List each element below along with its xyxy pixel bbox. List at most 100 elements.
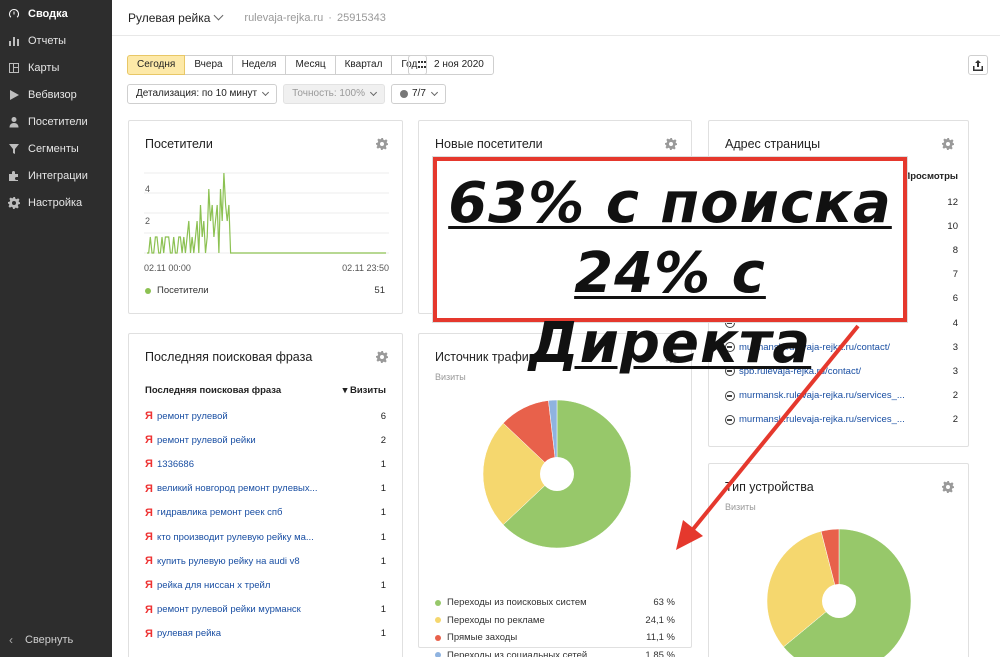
legend-value: 24,1 % <box>645 614 675 626</box>
period-yesterday-button[interactable]: Вчера <box>185 55 233 75</box>
visits-value: 6 <box>380 410 386 422</box>
visits-value: 1 <box>380 604 386 616</box>
phrase-link[interactable]: 1336686 <box>157 459 194 470</box>
segments-label: 7/7 <box>412 88 426 99</box>
sidebar-item-maps[interactable]: Карты <box>0 54 112 81</box>
page-url-link[interactable]: murmansk.rulevaja-rejka.ru/services_... <box>739 414 905 425</box>
yandex-icon: Я <box>145 458 153 471</box>
table-row[interactable]: Я 1336686 1 <box>145 456 386 472</box>
counter-name: Рулевая рейка <box>128 10 211 25</box>
gear-icon[interactable] <box>376 138 388 150</box>
page-url-link[interactable]: murmansk.rulevaja-rejka.ru/services_... <box>739 390 905 401</box>
accuracy-label: Точность: 100% <box>292 88 365 99</box>
sidebar-item-visitors[interactable]: Посетители <box>0 108 112 135</box>
table-row[interactable]: Я ремонт рулевой рейки 2 <box>145 432 386 448</box>
sidebar-item-reports[interactable]: Отчеты <box>0 27 112 54</box>
phrase-link[interactable]: рейка для ниссан х трейл <box>157 580 270 591</box>
legend-label: Переходы из социальных сетей <box>447 649 588 657</box>
donut-hole <box>822 584 856 618</box>
collapse-label: Свернуть <box>25 634 74 646</box>
period-quarter-button[interactable]: Квартал <box>335 55 393 75</box>
gear-icon[interactable] <box>942 138 954 150</box>
table-row[interactable]: Я рулевая рейка 1 <box>145 626 386 642</box>
legend-value: 63 % <box>653 597 675 608</box>
table-row[interactable]: Я ремонт рулевой 6 <box>145 408 386 424</box>
phrase-link[interactable]: рулевая рейка <box>157 628 221 639</box>
table-row[interactable]: murmansk.rulevaja-rejka.ru/services_... … <box>725 412 958 428</box>
legend-dot <box>145 287 151 294</box>
legend-dot <box>435 634 441 641</box>
gear-icon <box>7 196 20 209</box>
table-row[interactable]: murmansk.rulevaja-rejka.ru/services_... … <box>725 388 958 404</box>
annotation-box: 63% с поиска 24% с Директа <box>433 157 907 376</box>
table-row[interactable]: Я ремонт рулевой рейки мурманск 1 <box>145 602 386 618</box>
export-button[interactable] <box>968 55 988 75</box>
phrase-link[interactable]: кто производит рулевую рейку ма... <box>157 532 314 543</box>
period-month-button[interactable]: Месяц <box>286 55 336 75</box>
sidebar-item-settings[interactable]: Настройка <box>0 189 112 216</box>
views-value: 7 <box>952 269 958 281</box>
views-value: 10 <box>947 220 958 232</box>
views-value: 6 <box>952 293 958 305</box>
table-row[interactable]: Я рейка для ниссан х трейл 1 <box>145 577 386 593</box>
sidebar-item-label: Интеграции <box>28 169 88 182</box>
visits-value: 1 <box>380 555 386 567</box>
reports-icon <box>7 34 20 47</box>
table-row[interactable]: Я купить рулевую рейку на audi v8 1 <box>145 553 386 569</box>
phrase-link[interactable]: купить рулевую рейку на audi v8 <box>157 556 300 567</box>
y-tick-label: 2 <box>145 216 150 226</box>
accuracy-select[interactable]: Точность: 100% <box>283 84 385 104</box>
sidebar-item-webvisor[interactable]: Вебвизор <box>0 81 112 108</box>
detail-select[interactable]: Детализация: по 10 минут <box>127 84 278 104</box>
sidebar-item-integrations[interactable]: Интеграции <box>0 162 112 189</box>
segments-select[interactable]: 7/7 <box>391 84 446 104</box>
legend-dot <box>435 652 441 657</box>
visits-value: 1 <box>380 507 386 519</box>
table-row[interactable]: Я великий новгород ремонт рулевых... 1 <box>145 481 386 497</box>
visits-value: 1 <box>380 458 386 470</box>
collapse-sidebar-button[interactable]: ‹ Свернуть <box>9 633 73 647</box>
widget-device-type: Тип устройства Визиты <box>708 463 969 657</box>
sidebar-item-label: Вебвизор <box>28 88 77 101</box>
column-header-phrase: Последняя поисковая фраза <box>145 385 282 396</box>
legend-item[interactable]: Переходы из поисковых систем 63 % <box>435 597 675 608</box>
legend-item[interactable]: Переходы из социальных сетей 1,85 % <box>435 650 675 657</box>
gear-icon[interactable] <box>665 138 677 150</box>
favicon-icon <box>725 414 735 425</box>
dashboard-icon <box>7 7 20 20</box>
widget-traffic-source: Источник трафика Визиты Переходы из поис… <box>418 333 692 657</box>
period-today-button[interactable]: Сегодня <box>127 55 186 75</box>
traffic-source-pie-chart <box>482 399 632 549</box>
counter-host: rulevaja-rejka.ru <box>244 11 324 24</box>
phrase-link[interactable]: гидравлика ремонт реек спб <box>157 507 282 518</box>
visits-value: 1 <box>380 579 386 591</box>
sidebar-item-summary[interactable]: Сводка <box>0 0 112 27</box>
legend-value: 1,85 % <box>645 649 675 657</box>
legend-item[interactable]: Прямые заходы 11,1 % <box>435 632 675 643</box>
yandex-icon: Я <box>145 555 153 568</box>
gear-icon[interactable] <box>376 351 388 363</box>
widget-title: Посетители <box>145 137 213 151</box>
y-tick-label: 4 <box>145 184 150 194</box>
date-picker-button[interactable]: 2 ноя 2020 <box>408 55 494 75</box>
phrase-link[interactable]: ремонт рулевой <box>157 411 228 422</box>
legend-item[interactable]: Переходы по рекламе 24,1 % <box>435 615 675 626</box>
yandex-icon: Я <box>145 627 153 640</box>
sidebar-item-segments[interactable]: Сегменты <box>0 135 112 162</box>
phrase-link[interactable]: ремонт рулевой рейки мурманск <box>157 604 301 615</box>
phrase-link[interactable]: великий новгород ремонт рулевых... <box>157 483 318 494</box>
chevron-left-icon: ‹ <box>9 633 13 647</box>
views-value: 2 <box>952 414 958 426</box>
sidebar-item-label: Отчеты <box>28 34 67 47</box>
period-selector: Сегодня Вчера Неделя Месяц Квартал Год <box>127 55 428 75</box>
column-header-visits[interactable]: ▾ Визиты <box>343 385 386 396</box>
favicon-icon <box>725 390 735 401</box>
period-week-button[interactable]: Неделя <box>232 55 287 75</box>
gear-icon[interactable] <box>942 481 954 493</box>
table-row[interactable]: Я кто производит рулевую рейку ма... 1 <box>145 529 386 545</box>
phrase-link[interactable]: ремонт рулевой рейки <box>157 435 256 446</box>
counter-selector[interactable]: Рулевая рейка <box>128 10 224 25</box>
x-tick-label: 02.11 23:50 <box>342 263 389 273</box>
table-row[interactable]: Я гидравлика ремонт реек спб 1 <box>145 505 386 521</box>
play-icon <box>7 88 20 101</box>
